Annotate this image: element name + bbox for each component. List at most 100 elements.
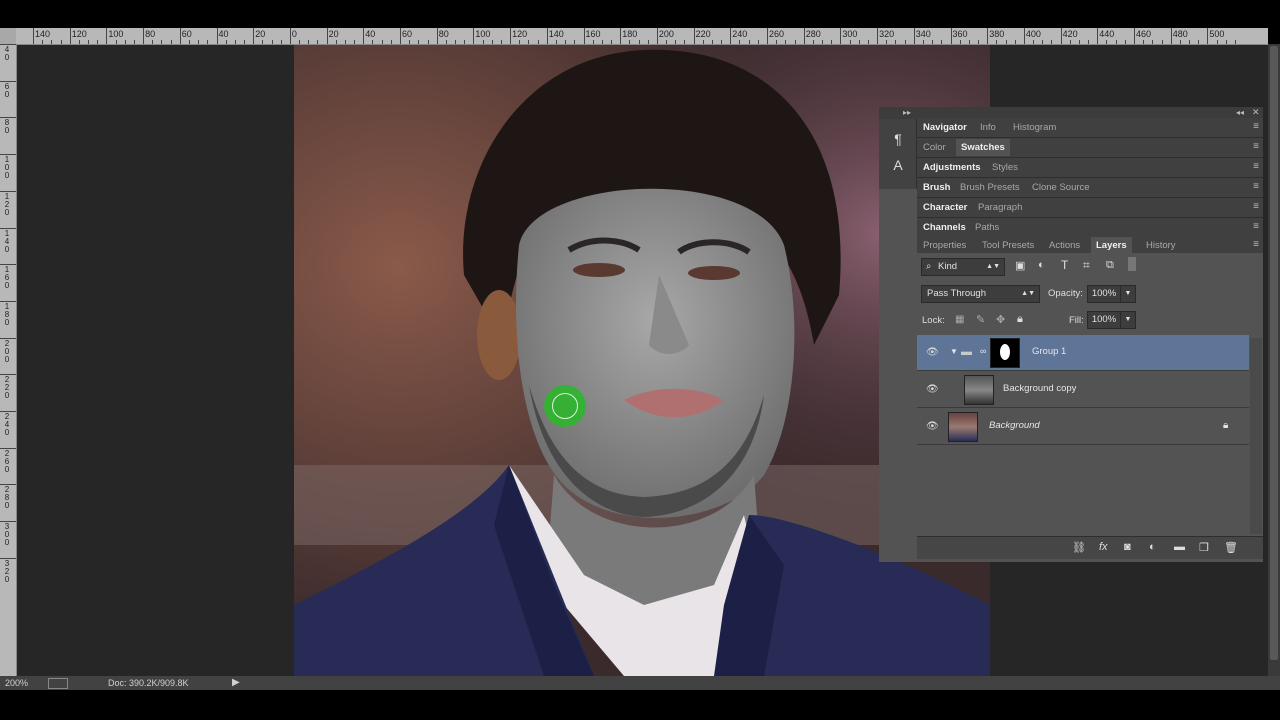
ruler-major-tick [143,28,145,44]
visibility-eye-icon[interactable]: 👁︎ [926,347,939,358]
ruler-major-tick [583,28,585,44]
ruler-minor-tick [959,40,961,44]
ruler-label: 3 0 0 [4,522,10,548]
lock-transparent-icon[interactable]: ▦ [955,314,964,325]
status-menu-arrow-icon[interactable]: ▶ [232,677,240,688]
layer-row-background[interactable]: 👁︎ Background 🔒︎ [917,409,1249,445]
layer-thumbnail[interactable] [948,412,978,442]
link-icon[interactable]: ∞ [980,346,986,356]
layer-name[interactable]: Background [989,420,1040,431]
ruler-label: 260 [769,29,785,39]
delete-layer-icon[interactable]: 🗑︎ [1224,541,1238,554]
fill-dropdown-icon[interactable]: ▼ [1120,311,1136,329]
blend-mode-select[interactable]: Pass Through ▲▼ [921,285,1040,303]
ruler-label: 200 [658,29,674,39]
tab-channels[interactable]: Channels [923,222,966,233]
layer-row-background-copy[interactable]: 👁︎ Background copy [917,372,1249,408]
tab-character[interactable]: Character [923,202,967,213]
tab-color[interactable]: Color [923,142,946,153]
panel-menu-icon[interactable]: ≡ [1253,239,1259,250]
new-adjustment-layer-icon[interactable]: ◐ [1149,541,1156,553]
new-group-icon[interactable]: ▬ [1174,541,1185,553]
visibility-eye-icon[interactable]: 👁︎ [926,421,939,432]
canvas-vertical-scrollbar[interactable] [1268,44,1280,676]
panel-menu-icon[interactable]: ≡ [1253,161,1259,172]
ruler-label: 480 [1172,29,1188,39]
group-mask-thumbnail[interactable] [990,338,1020,368]
close-dock-icon[interactable]: ✕ [1252,107,1260,118]
tab-actions[interactable]: Actions [1049,240,1080,251]
ruler-minor-tick [418,40,420,44]
panel-group-character: Character Paragraph ≡ [917,198,1263,218]
tab-styles[interactable]: Styles [992,162,1018,173]
tab-paths[interactable]: Paths [975,222,999,233]
zoom-level[interactable]: 200% [5,678,28,688]
ruler-minor-tick [170,40,172,44]
panel-menu-icon[interactable]: ≡ [1253,121,1259,132]
ruler-minor-tick [491,40,493,44]
ruler-major-tick [730,28,732,44]
filter-toggle-switch[interactable] [1128,257,1136,271]
layer-style-fx-icon[interactable]: fx [1099,541,1108,553]
ruler-label: 380 [989,29,1005,39]
status-preview-icon[interactable] [48,678,68,689]
chevron-down-icon: ▲▼ [1021,290,1035,297]
visibility-eye-icon[interactable]: 👁︎ [926,384,939,395]
filter-kind-select[interactable]: ⌕ Kind ▲▼ [921,258,1005,276]
horizontal-ruler[interactable]: 140 120 100 80 60 40 20 0 20 40 60 80 100 120 140 160 18… [16,28,1268,45]
layer-thumbnail[interactable] [964,375,994,405]
filter-type-icon[interactable]: T [1061,258,1068,272]
tab-info[interactable]: Info [980,122,996,133]
filter-adjustment-icon[interactable]: ◐ [1038,259,1045,271]
lock-position-icon[interactable]: ✥ [996,313,1005,326]
paragraph-panel-icon[interactable]: ¶ [888,131,908,149]
tab-brush[interactable]: Brush [923,182,950,193]
lock-all-icon[interactable]: 🔒︎ [1017,313,1023,326]
ruler-major-tick [987,28,989,44]
panel-menu-icon[interactable]: ≡ [1253,181,1259,192]
tab-brush-presets[interactable]: Brush Presets [960,182,1020,193]
opacity-dropdown-icon[interactable]: ▼ [1120,285,1136,303]
filter-smart-object-icon[interactable]: ⧉ [1106,259,1114,272]
ruler-label: 120 [512,29,528,39]
ruler-minor-tick [721,40,723,44]
new-layer-icon[interactable]: ❐ [1199,541,1209,554]
ruler-label: 280 [805,29,821,39]
tab-tool-presets[interactable]: Tool Presets [982,240,1034,251]
layer-name[interactable]: Background copy [1003,383,1076,394]
ruler-minor-tick [1042,40,1044,44]
layer-name[interactable]: Group 1 [1032,346,1066,357]
scrollbar-thumb[interactable] [1270,46,1278,660]
tab-history[interactable]: History [1146,240,1176,251]
panel-menu-icon[interactable]: ≡ [1253,201,1259,212]
ruler-minor-tick [886,40,888,44]
tab-navigator[interactable]: Navigator [923,122,967,133]
disclosure-triangle-icon[interactable]: ▼ [950,347,958,356]
lock-image-icon[interactable]: ✎ [976,313,985,326]
layer-row-group-1[interactable]: 👁︎ ▼ ▬ ∞ Group 1 [917,335,1249,371]
link-layers-icon[interactable]: ⛓ [1072,541,1086,554]
opacity-label: Opacity: [1048,288,1083,299]
filter-shape-icon[interactable]: ⌗ [1083,258,1090,273]
layers-panel: ⌕ Kind ▲▼ ▣ ◐ T ⌗ ⧉ Pass Through ▲▼ Opac… [917,253,1263,562]
filter-pixel-icon[interactable]: ▣ [1015,259,1025,272]
opacity-input[interactable]: 100% [1087,285,1121,303]
tab-paragraph[interactable]: Paragraph [978,202,1022,213]
ruler-minor-tick [1198,40,1200,44]
tab-swatches[interactable]: Swatches [956,139,1010,156]
ruler-minor-tick [785,40,787,44]
panel-menu-icon[interactable]: ≡ [1253,221,1259,232]
tab-histogram[interactable]: Histogram [1013,122,1056,133]
fill-input[interactable]: 100% [1087,311,1121,329]
tab-adjustments[interactable]: Adjustments [923,162,981,173]
tab-properties[interactable]: Properties [923,240,966,251]
panel-menu-icon[interactable]: ≡ [1253,141,1259,152]
tab-layers[interactable]: Layers [1091,237,1132,254]
collapse-right-icon[interactable]: ◂◂ [1236,108,1244,117]
vertical-ruler[interactable]: 4 0 6 0 8 0 1 0 0 1 2 0 1 4 0 1 6 0 1 8 0 2 0 0 2… [0,44,17,676]
layers-scrollbar[interactable] [1250,338,1262,534]
add-mask-icon[interactable]: ◙ [1124,541,1131,553]
character-panel-icon[interactable]: A [888,157,908,175]
collapse-left-icon[interactable]: ▸▸ [903,108,911,117]
tab-clone-source[interactable]: Clone Source [1032,182,1090,193]
